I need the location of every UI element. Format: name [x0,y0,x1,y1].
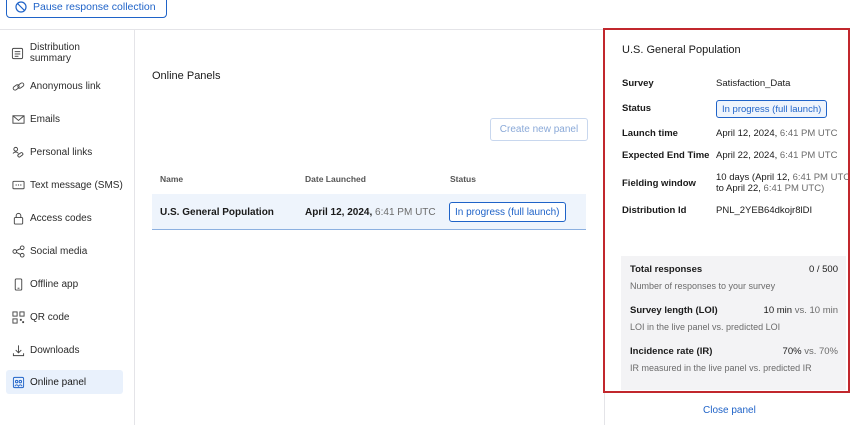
expected-end-time-value: April 22, 2024, 6:41 PM UTC [716,150,838,161]
fielding-window-start: 10 days (April 12, 6:41 PM UTC [716,172,850,183]
sidebar-item-label: QR code [30,311,70,323]
launch-time-label: Launch time [622,128,678,139]
phone-icon [11,277,25,291]
sidebar-item-label: Anonymous link [30,80,101,92]
sidebar-item-online-panel[interactable]: Online panel [6,370,123,394]
distribution-id-label: Distribution Id [622,205,687,216]
create-new-panel-button[interactable]: Create new panel [490,118,588,141]
sidebar-item-emails[interactable]: Emails [6,107,123,131]
incidence-rate-value: 70% vs. 70% [782,346,838,357]
total-responses-description: Number of responses to your survey [630,281,776,291]
survey-length-description: LOI in the live panel vs. predicted LOI [630,322,781,332]
survey-length-label: Survey length (LOI) [630,305,718,316]
sidebar-item-distribution-summary[interactable]: Distribution summary [6,41,123,65]
sidebar-item-social-media[interactable]: Social media [6,239,123,263]
sidebar-item-label: Text message (SMS) [30,179,123,191]
sidebar-item-access-codes[interactable]: Access codes [6,206,123,230]
sidebar-item-offline-app[interactable]: Offline app [6,272,123,296]
panel-icon [11,375,25,389]
status-badge: In progress (full launch) [449,202,566,222]
column-header-date-launched[interactable]: Date Launched [305,174,366,184]
sidebar-item-label: Offline app [30,278,79,290]
close-panel-link[interactable]: Close panel [703,405,756,416]
fielding-window-label: Fielding window [622,178,696,189]
panel-title: U.S. General Population [622,44,741,56]
sidebar-item-label: Downloads [30,344,80,356]
incidence-rate-description: IR measured in the live panel vs. predic… [630,363,812,373]
survey-label: Survey [622,78,654,89]
pause-response-collection-button[interactable]: Pause response collection [6,0,167,18]
column-header-status[interactable]: Status [450,174,476,184]
pause-button-label: Pause response collection [33,1,156,13]
personal-link-icon [11,145,25,159]
page-title: Online Panels [152,70,221,82]
date-launched: April 12, 2024, 6:41 PM UTC [305,207,436,218]
total-responses-label: Total responses [630,264,703,275]
sidebar-item-label: Distribution summary [29,42,80,64]
sidebar-item-qr-code[interactable]: QR code [6,305,123,329]
survey-length-value: 10 min vs. 10 min [763,305,838,316]
table-row[interactable]: U.S. General Population April 12, 2024, … [152,194,586,230]
panel-name: U.S. General Population [160,207,274,218]
qr-code-icon [11,310,25,324]
share-icon [11,244,25,258]
column-header-name[interactable]: Name [160,174,183,184]
total-responses-value: 0 / 500 [808,264,838,275]
sidebar-item-label: Emails [30,113,61,125]
sidebar-item-personal-links[interactable]: Personal links [6,140,123,164]
summary-icon [11,46,25,60]
lock-icon [11,211,25,225]
download-icon [11,343,25,357]
status-badge-detail: In progress (full launch) [716,100,828,118]
link-icon [11,79,25,93]
incidence-rate-label: Incidence rate (IR) [630,346,713,357]
sidebar-item-text-message-sms[interactable]: Text message (SMS) [6,173,123,197]
distribution-sidebar: Distribution summary Anonymous link Emai… [0,30,135,425]
status-label: Status [622,103,652,114]
sidebar-item-label: Personal links [30,146,93,158]
distribution-id-value: PNL_2YEB64dkojr8lDI [716,205,813,216]
survey-value: Satisfaction_Data [716,78,791,89]
launch-time-value: April 12, 2024, 6:41 PM UTC [716,128,838,139]
sidebar-item-label: Access codes [30,212,92,224]
expected-end-time-label: Expected End Time [622,150,710,161]
top-bar: Pause response collection [0,0,850,30]
email-icon [11,112,25,126]
prohibit-icon [15,1,27,13]
sms-icon [11,178,25,192]
sidebar-item-label: Online panel [30,376,87,388]
fielding-window-end: to April 22, 6:41 PM UTC) [716,183,825,194]
sidebar-item-label: Social media [30,245,88,257]
sidebar-item-downloads[interactable]: Downloads [6,338,123,362]
sidebar-item-anonymous-link[interactable]: Anonymous link [6,74,123,98]
